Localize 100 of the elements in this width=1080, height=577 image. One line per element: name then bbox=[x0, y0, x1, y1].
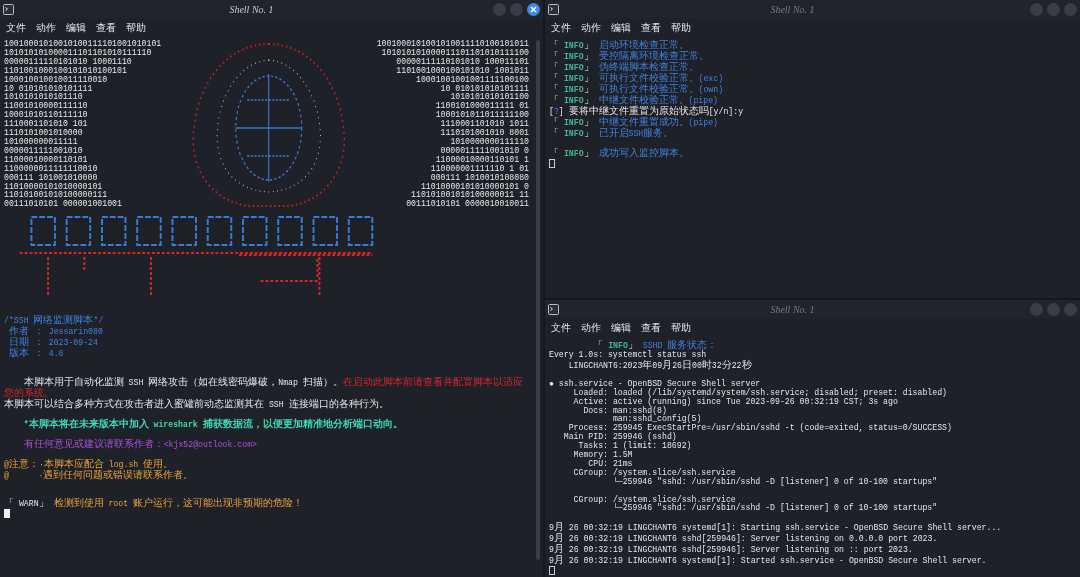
terminal-icon bbox=[548, 303, 559, 315]
binary-line: 10 010101010101111 bbox=[440, 84, 529, 93]
menu-item[interactable]: 查看 bbox=[96, 23, 116, 33]
terminal-line: 「 INFO」 启动环境检查正常。 bbox=[549, 40, 689, 51]
binary-line: 110101001010100000011 11 bbox=[411, 191, 529, 200]
terminal-line: [?] 要将中继文件重置为原始状态吗[y/n]:y bbox=[549, 106, 745, 117]
menu-item[interactable]: 文件 bbox=[6, 23, 26, 33]
terminal-line: 本脚本可以结合多种方式在攻击者进入蜜罐前动态监测其在 SSH 连接端口的各种行为。 bbox=[4, 399, 390, 410]
binary-line: 000111 101001010000 bbox=[4, 173, 99, 183]
menu-item[interactable]: 查看 bbox=[641, 323, 661, 333]
terminal-line: 「 INFO」 可执行文件校验正常。(own) bbox=[549, 84, 725, 95]
terminal-line: Every 1.0s: systemctl status ssh bbox=[549, 351, 708, 360]
binary-line: 101000000011111 bbox=[4, 137, 79, 147]
terminal-line: 「 INFO」 SSHD 服务状态： bbox=[592, 340, 719, 351]
menu-item[interactable]: 文件 bbox=[551, 323, 571, 333]
terminal-line: ● ssh.service - OpenBSD Secure Shell server bbox=[549, 379, 761, 389]
terminal-line: 日期 ： 2023-09-24 bbox=[7, 337, 99, 349]
maximize-button[interactable] bbox=[1047, 302, 1060, 316]
terminal-line: /*SSH 网络监测脚本*/ bbox=[4, 315, 105, 327]
binary-line: 10 010101010101111 bbox=[4, 84, 94, 93]
binary-line: 110000001111110 1 01 bbox=[430, 164, 529, 174]
terminal-line: 版本 ： 4.6 bbox=[7, 348, 65, 360]
binary-line: 00111010101 000001001001 bbox=[4, 200, 123, 210]
terminal-line: CGroup: /system.slice/ssh.service bbox=[572, 468, 737, 477]
menu-item[interactable]: 帮助 bbox=[126, 23, 146, 33]
binary-line: 00111010101 0000010010011 bbox=[406, 200, 529, 210]
terminal-line: *本脚本将在未来版本中加入 wireshark 捕获数据流，以便更加精准地分析端口动向。 bbox=[22, 418, 404, 430]
binary-line: 1010000000111110 bbox=[450, 137, 529, 147]
binary-line: 1110101001010000 bbox=[4, 129, 84, 138]
binary-line: 00000111110101010 100011101 bbox=[396, 57, 529, 67]
binary-line: 1110101001010 8001 bbox=[440, 129, 529, 138]
menu-item[interactable]: 编辑 bbox=[611, 23, 631, 33]
terminal-line: Tasks: 1 (limit: 18692) bbox=[577, 442, 693, 451]
menu-item[interactable]: 文件 bbox=[551, 23, 571, 33]
binary-line: 11000010000110101 bbox=[4, 155, 89, 165]
terminal-line: LINGCHANT6:2023年09月26日00时32分22秒 bbox=[567, 359, 753, 371]
terminal-line: 「 INFO」 已开启SSH服务。 bbox=[549, 128, 675, 139]
menu-item[interactable]: 动作 bbox=[581, 323, 601, 333]
window-title: Shell No. 1 bbox=[769, 2, 816, 17]
terminal-line: 「 WARN」 检测到使用 root 账户运行，这可能出现非预期的危险！ bbox=[4, 498, 304, 510]
terminal-line: 「 INFO」 成功写入监控脚本。 bbox=[549, 147, 690, 159]
terminal-line: 有任何意见或建议请联系作者：<kjx52@outlook.com> bbox=[22, 438, 258, 450]
binary-line: 1010101010101110 bbox=[4, 93, 84, 102]
binary-line: 10001001001001111100100 bbox=[416, 75, 529, 85]
terminal-line: Active: active (running) since Tue 2023-09-26 00:32:19 CST; 3s ago bbox=[572, 397, 899, 407]
terminal-line: 9月 26 00:32:19 LINGCHANT6 sshd[259946]: Server listening on 0.0.0.0 port 2023. bbox=[549, 533, 939, 545]
binary-line: 10001010110111110 bbox=[4, 111, 89, 120]
minimize-button[interactable] bbox=[1030, 302, 1043, 316]
close-button[interactable] bbox=[527, 2, 540, 16]
terminal-icon bbox=[548, 3, 559, 15]
terminal-line: 9月 26 00:32:19 LINGCHANT6 sshd[259946]: Server listening on :: port 2023. bbox=[549, 544, 914, 556]
maximize-button[interactable] bbox=[1047, 2, 1060, 16]
binary-line: 1010101010101100 bbox=[450, 93, 529, 102]
binary-line: 1110001101010 101 bbox=[4, 120, 89, 129]
binary-line: 0000011111001010 bbox=[4, 146, 84, 156]
binary-line: 100010010010011110010 bbox=[4, 75, 109, 85]
minimize-button[interactable] bbox=[1030, 2, 1043, 16]
menu-item[interactable]: 编辑 bbox=[611, 323, 631, 333]
terminal-line: Memory: 1.5M bbox=[572, 451, 634, 460]
window-title: Shell No. 1 bbox=[769, 302, 816, 317]
binary-line: 1101001000100101010100101 bbox=[4, 66, 128, 76]
binary-line: 000111 1010010108080 bbox=[430, 173, 529, 183]
menu-item[interactable]: 帮助 bbox=[671, 23, 691, 33]
terminal-line: Docs: man:sshd(8) bbox=[582, 406, 667, 416]
terminal-line: 「 INFO」 可执行文件校验正常。(exc) bbox=[549, 73, 725, 84]
terminal-line: 9月 26 00:32:19 LINGCHANT6 systemd[1]: Started ssh.service - OpenBSD Secure Shell server. bbox=[549, 555, 988, 567]
terminal-line: Process: 259945 ExecStartPre=/usr/sbin/sshd -t (code=exited, status=0/SUCCESS) bbox=[568, 424, 953, 433]
menu-item[interactable]: 动作 bbox=[581, 23, 601, 33]
binary-line: 1101001000100101010 1001011 bbox=[396, 66, 529, 76]
terminal-line: @ ·遇到任何问题或错误请联系作者。 bbox=[4, 469, 195, 481]
terminal-line: └─259946 "sshd: /usr/sbin/sshd -D [listener] 0 of 10-100 startups" bbox=[611, 504, 939, 514]
terminal-line: └─259946 "sshd: /usr/sbin/sshd -D [listener] 0 of 10-100 startups" bbox=[611, 477, 939, 487]
terminal-line: 作者 ： Jessarin080 bbox=[7, 326, 104, 338]
terminal-line: CGroup: /system.slice/ssh.service bbox=[572, 495, 736, 504]
binary-line: 11010000101010000101 bbox=[4, 182, 104, 191]
terminal-line: 「 INFO」 中继文件重置成功。(pipe) bbox=[549, 117, 718, 128]
window-title: Shell No. 1 bbox=[228, 2, 275, 17]
binary-line: 1100101000011111 01 bbox=[435, 102, 529, 111]
menu-item[interactable]: 编辑 bbox=[66, 23, 86, 33]
menu-item[interactable]: 帮助 bbox=[671, 323, 691, 333]
binary-line: 00000111110101010 10001110 bbox=[4, 57, 133, 67]
terminal-line: Main PID: 259946 (sshd) bbox=[562, 433, 677, 442]
terminal-line: Loaded: loaded (/lib/systemd/system/ssh.service; disabled; preset: disabled) bbox=[572, 388, 948, 398]
minimize-button[interactable] bbox=[493, 2, 506, 16]
terminal-line: 「 INFO」 伪终端脚本检查正常。 bbox=[549, 62, 700, 73]
binary-line: 110101001010100000111 bbox=[4, 191, 109, 200]
menu-item[interactable]: 动作 bbox=[36, 23, 56, 33]
binary-line: 1100000011111110010 bbox=[4, 164, 99, 174]
close-icon bbox=[530, 5, 537, 13]
menu-item[interactable]: 查看 bbox=[641, 23, 661, 33]
terminal-line: 「 INFO」 受控隔离环境检查正常。 bbox=[549, 51, 710, 62]
binary-line: 0000011111001010 0 bbox=[440, 146, 529, 156]
terminal-line: man:sshd_config(5) bbox=[611, 415, 702, 425]
binary-line: 11010000101010000101 0 bbox=[420, 182, 529, 191]
binary-line: 11000010000110101 1 bbox=[435, 155, 529, 165]
binary-line: 11001010000111110 bbox=[4, 102, 89, 111]
binary-line: 1000101011011111100 bbox=[435, 111, 529, 120]
binary-line: 1110001101010 1011 bbox=[440, 120, 529, 129]
terminal-line: CPU: 21ms bbox=[588, 459, 634, 468]
terminal-line: 本脚本用于自动化监测 SSH 网络攻击（如在线密码爆破，Nmap 扫描）。在启动此脚本前请查看并配置脚本以适应您的系统。 bbox=[4, 377, 524, 399]
